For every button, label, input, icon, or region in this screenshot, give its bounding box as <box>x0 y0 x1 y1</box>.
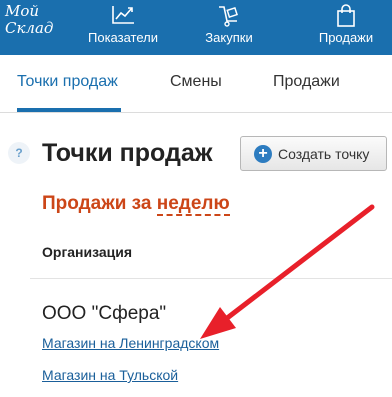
nav-purchases[interactable]: Закупки <box>190 0 268 55</box>
organization-column-header: Организация <box>42 244 133 260</box>
shopping-bag-icon <box>337 4 355 27</box>
hand-truck-icon <box>219 6 238 27</box>
create-point-button[interactable]: + Создать точку <box>240 136 387 171</box>
top-navigation-bar: Мой Склад Показатели Закупки Продажи <box>0 0 392 55</box>
sales-period-prefix: Продажи за <box>42 193 157 214</box>
nav-indicators[interactable]: Показатели <box>70 0 176 55</box>
logo-line-2: Склад <box>5 19 54 37</box>
store-link-leningradsky[interactable]: Магазин на Ленинградском <box>42 335 219 351</box>
sales-period-heading: Продажи за неделю <box>42 193 230 216</box>
nav-sales-label: Продажи <box>318 30 374 45</box>
table-divider <box>30 278 392 279</box>
nav-purchases-label: Закупки <box>205 30 253 45</box>
plus-circle-icon: + <box>254 145 272 163</box>
logo-line-1: Мой <box>5 2 40 20</box>
nav-indicators-label: Показатели <box>88 30 158 45</box>
tab-sales[interactable]: Продажи <box>273 73 340 91</box>
sub-tabs: Точки продаж Смены Продажи <box>0 55 392 113</box>
page-title: Точки продаж <box>42 139 213 167</box>
tab-shifts[interactable]: Смены <box>170 73 222 91</box>
nav-sales[interactable]: Продажи <box>300 0 392 55</box>
tab-points-of-sale[interactable]: Точки продаж <box>17 73 118 91</box>
store-link-tulskaya[interactable]: Магазин на Тульской <box>42 367 178 383</box>
active-tab-indicator <box>17 108 121 112</box>
moysklad-logo[interactable]: Мой Склад <box>5 3 65 49</box>
organization-name: ООО "Сфера" <box>42 303 167 324</box>
create-point-button-label: Создать точку <box>278 146 370 162</box>
chart-line-icon <box>112 6 134 24</box>
help-icon[interactable]: ? <box>8 142 30 164</box>
sales-period-selector[interactable]: неделю <box>156 193 230 216</box>
